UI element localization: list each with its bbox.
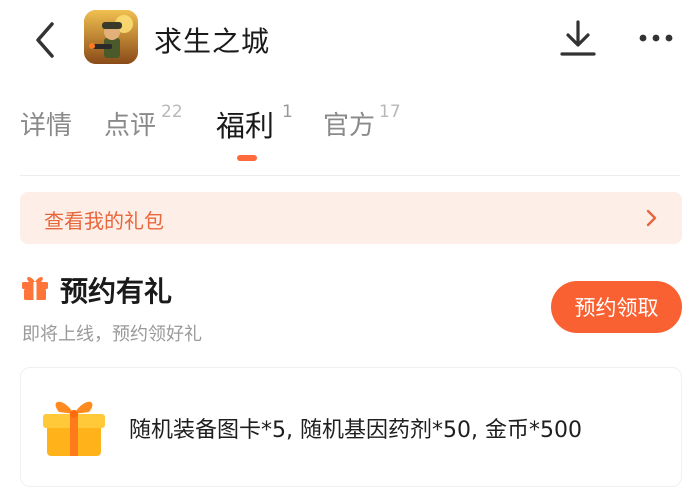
reward-description: 随机装备图卡*5, 随机基因药剂*50, 金币*500 <box>129 418 582 443</box>
tab-benefits[interactable]: 福利 1 <box>216 96 293 156</box>
divider <box>20 175 680 176</box>
gift-icon <box>22 277 48 300</box>
tab-official[interactable]: 官方 17 <box>323 96 401 156</box>
active-tab-indicator <box>237 155 257 161</box>
tab-details[interactable]: 详情 <box>20 96 72 156</box>
reserve-claim-button[interactable]: 预约领取 <box>551 281 682 333</box>
more-dots-icon[interactable] <box>632 16 680 60</box>
tab-label: 福利 <box>216 109 275 143</box>
tab-count: 1 <box>282 102 293 122</box>
tab-count: 17 <box>379 102 401 122</box>
tab-bar: 详情 点评 22 福利 1 官方 17 <box>0 96 699 166</box>
tab-label: 详情 <box>20 111 73 141</box>
gift-bar-label: 查看我的礼包 <box>44 209 164 233</box>
tab-count: 22 <box>161 102 183 122</box>
tab-label: 官方 <box>323 111 376 141</box>
section-title: 预约有礼 <box>60 275 173 308</box>
my-gift-pack-link[interactable]: 查看我的礼包 <box>20 192 682 244</box>
chevron-left-icon[interactable] <box>28 18 64 62</box>
app-title: 求生之城 <box>154 25 271 58</box>
app-icon <box>84 10 138 64</box>
top-bar: 求生之城 <box>0 0 699 80</box>
download-icon[interactable] <box>556 16 600 60</box>
section-subtitle: 即将上线，预约领好礼 <box>22 324 202 345</box>
gift-box-icon <box>43 401 105 456</box>
chevron-right-icon <box>646 209 657 227</box>
tab-reviews[interactable]: 点评 22 <box>104 96 183 156</box>
reward-card: 随机装备图卡*5, 随机基因药剂*50, 金币*500 <box>20 367 682 487</box>
tab-label: 点评 <box>104 111 157 141</box>
